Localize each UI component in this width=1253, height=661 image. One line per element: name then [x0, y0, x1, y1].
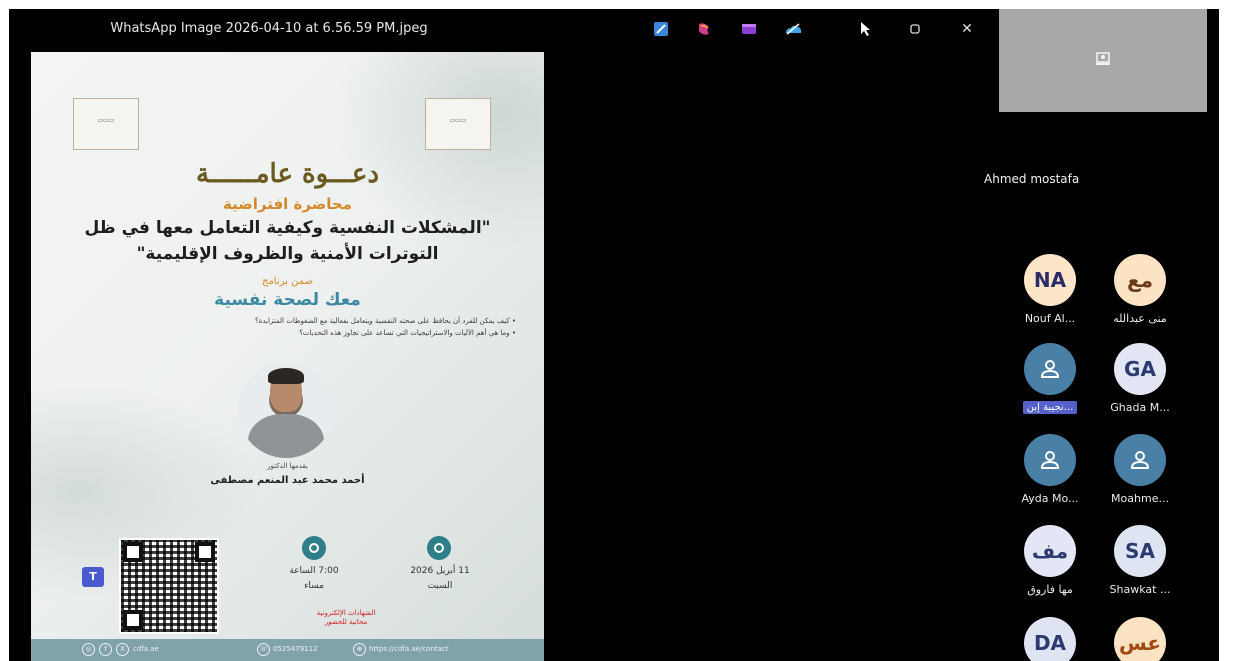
participant-tile[interactable]: DA	[1008, 617, 1092, 661]
copilot-icon[interactable]	[695, 20, 713, 38]
participant-tile[interactable]: Moahme...	[1098, 434, 1182, 505]
participant-tile[interactable]: SA Shawkat ...	[1098, 525, 1182, 596]
presenter-label: يقدمها الدكتور	[267, 462, 308, 470]
clipchamp-icon[interactable]	[740, 20, 758, 38]
participant-name: Nouf Al...	[1024, 312, 1076, 325]
pinned-video-tile[interactable]	[999, 9, 1207, 112]
phone-icon: ☏	[257, 643, 270, 656]
participant-avatar: DA	[1024, 617, 1076, 661]
participant-name: نجيبة إبن...	[1022, 401, 1078, 414]
participant-name: Ghada M...	[1110, 401, 1170, 414]
participant-name: Moahme...	[1111, 492, 1169, 505]
event-period: مساء	[304, 581, 324, 591]
participant-avatar: GA	[1114, 343, 1166, 395]
free-certificates-note: الشهادات الإلكترونية مجانية للحضور	[311, 609, 381, 627]
participant-tile[interactable]: NA Nouf Al...	[1008, 254, 1092, 325]
clock-icon	[302, 536, 326, 560]
image-file-title: WhatsApp Image 2026-04-10 at 6.56.59 PM.…	[110, 21, 428, 36]
participant-avatar-default	[1024, 343, 1076, 395]
participant-avatar: مف	[1024, 525, 1076, 577]
program-label: ضمن برنامج	[261, 276, 313, 287]
participant-avatar: NA	[1024, 254, 1076, 306]
image-viewer-titlebar: WhatsApp Image 2026-04-10 at 6.56.59 PM.…	[9, 9, 994, 49]
person-icon	[1040, 360, 1060, 378]
presenter-name: أحمد محمد عبد المنعم مصطفى	[210, 475, 365, 486]
partner-logo: ▭▭▭	[73, 98, 139, 150]
free-note-line-1: الشهادات الإلكترونية	[316, 609, 376, 617]
participant-avatar-default	[1114, 434, 1166, 486]
participant-tile[interactable]: مف مها فاروق	[1008, 525, 1092, 596]
restore-icon[interactable]	[906, 20, 924, 38]
person-icon	[1130, 451, 1150, 469]
participant-tile[interactable]: Ayda Mo...	[1008, 434, 1092, 505]
participant-avatar: عس	[1114, 617, 1166, 661]
participant-avatar: مع	[1114, 254, 1166, 306]
participant-tile[interactable]: مع منى عبدالله	[1098, 254, 1182, 325]
topic-line-1: "المشكلات النفسية وكيفية التعامل معها في…	[84, 218, 491, 238]
footer-phone: 0525479112	[273, 645, 318, 653]
footer-link: https://cdfa.ae/contact	[369, 645, 449, 653]
participant-tile[interactable]: عس	[1098, 617, 1182, 661]
participant-avatar: SA	[1114, 525, 1166, 577]
event-day: السبت	[427, 581, 453, 591]
question-bullet-1: • كيف يمكن للفرد أن يحافظ على صحته النفس…	[254, 317, 516, 325]
program-name: معك لصحة نفسية	[214, 290, 361, 310]
topic-line-2: التوترات الأمنية والظروف الإقليمية"	[136, 244, 439, 264]
center-logo: ▭▭▭	[425, 98, 491, 150]
meeting-window: WhatsApp Image 2026-04-10 at 6.56.59 PM.…	[9, 9, 1219, 661]
close-icon[interactable]: ✕	[958, 20, 976, 38]
teams-icon: T	[82, 567, 104, 587]
free-note-line-2: مجانية للحضور	[324, 618, 368, 626]
instagram-icon: ◎	[82, 643, 95, 656]
question-bullet-2: • وما هي أهم الآليات والاستراتيجيات التي…	[299, 329, 516, 337]
participant-name: Shawkat ...	[1109, 583, 1171, 596]
paint-app-icon[interactable]	[652, 20, 670, 38]
participant-tile[interactable]: نجيبة إبن...	[1008, 343, 1092, 418]
footer-site: cdfa.ae	[133, 645, 159, 653]
lecture-type: محاضرة افتراضية	[223, 195, 352, 213]
invite-heading: دعـــوة عامــــــة	[195, 159, 380, 189]
globe-icon: ⊕	[353, 643, 366, 656]
shared-image-poster: ▭▭▭ ▭▭▭ دعـــوة عامــــــة محاضرة افتراض…	[31, 52, 544, 661]
poster-footer: ◎ f X cdfa.ae ☏ 0525479112 ⊕ https://cdf…	[31, 639, 544, 661]
event-time: 7:00 الساعة	[289, 566, 339, 576]
x-icon: X	[116, 643, 129, 656]
qr-code	[119, 538, 219, 634]
participant-name: منى عبدالله	[1113, 312, 1167, 325]
participant-avatar-default	[1024, 434, 1076, 486]
presenter-tile-icon	[1096, 52, 1110, 65]
participant-name: Ayda Mo...	[1021, 492, 1079, 505]
event-date: 11 أبريل 2026	[410, 566, 470, 576]
facebook-icon: f	[99, 643, 112, 656]
pointer-icon[interactable]	[857, 20, 875, 38]
participant-name: مها فاروق	[1027, 583, 1073, 596]
onedrive-icon[interactable]	[784, 20, 802, 38]
pinned-participant-name: Ahmed mostafa	[984, 172, 1080, 186]
calendar-icon	[427, 536, 451, 560]
person-icon	[1040, 451, 1060, 469]
participant-tile[interactable]: GA Ghada M...	[1098, 343, 1182, 414]
presenter-photo	[238, 362, 334, 458]
